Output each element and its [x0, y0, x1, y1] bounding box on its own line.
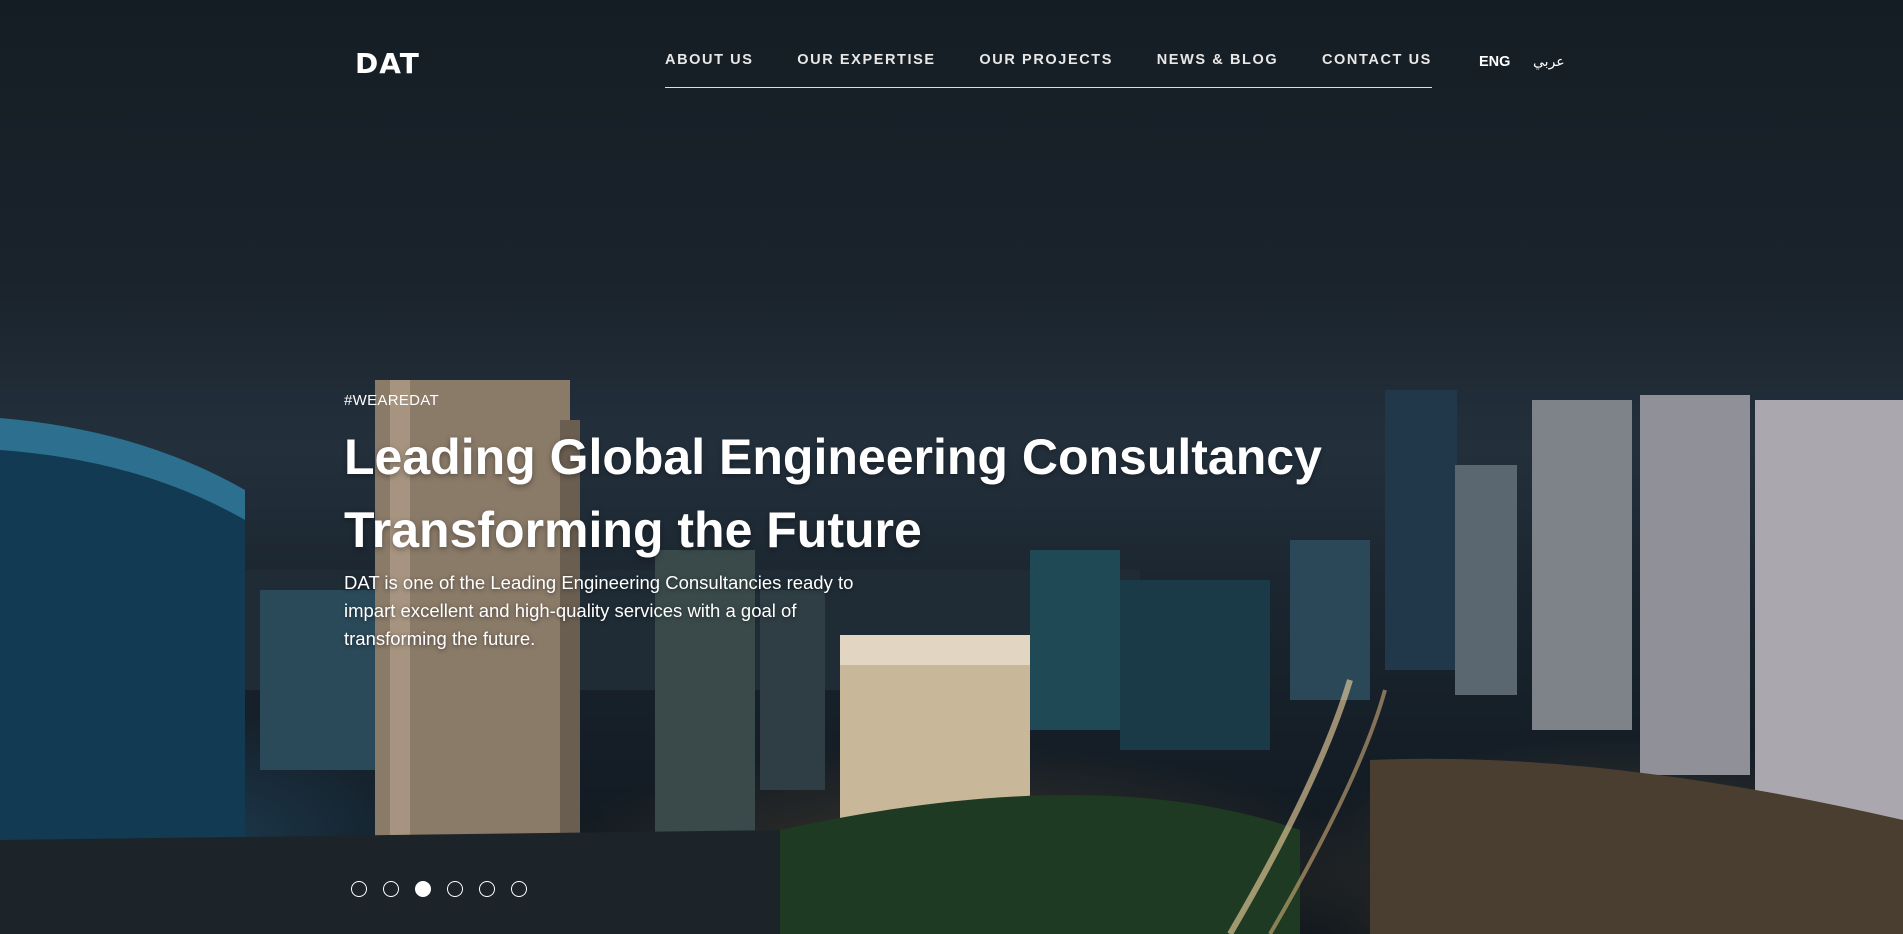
hero-headline-line1: Leading Global Engineering Consultancy	[344, 429, 1322, 485]
dat-logo[interactable]: DAT	[355, 46, 427, 80]
slider-dot[interactable]	[511, 881, 527, 897]
slider-dot[interactable]	[447, 881, 463, 897]
slider-dot[interactable]	[383, 881, 399, 897]
hero-banner: DAT ABOUT US OUR EXPERTISE OUR PROJECTS …	[0, 0, 1903, 934]
slider-dot[interactable]	[415, 881, 431, 897]
nav-about-us[interactable]: ABOUT US	[665, 52, 754, 68]
language-english[interactable]: ENG	[1479, 54, 1510, 70]
language-arabic[interactable]: عربي	[1533, 54, 1565, 70]
slider-dot[interactable]	[351, 881, 367, 897]
hero-headline-line2: Transforming the Future	[344, 502, 922, 558]
logo-text: DAT	[355, 46, 420, 80]
nav-our-projects[interactable]: OUR PROJECTS	[979, 52, 1113, 68]
hero-tag: #WEAREDAT	[344, 392, 439, 409]
nav-news-blog[interactable]: NEWS & BLOG	[1157, 52, 1279, 68]
nav-our-expertise[interactable]: OUR EXPERTISE	[797, 52, 935, 68]
slider-dot[interactable]	[479, 881, 495, 897]
slider-pagination	[351, 881, 527, 897]
hero-headline: Leading Global Engineering Consultancy T…	[344, 421, 1344, 567]
hero-description: DAT is one of the Leading Engineering Co…	[344, 572, 854, 649]
hero-text-block: #WEAREDAT Leading Global Engineering Con…	[344, 392, 1344, 653]
nav-contact-us[interactable]: CONTACT US	[1322, 52, 1432, 68]
main-nav: ABOUT US OUR EXPERTISE OUR PROJECTS NEWS…	[665, 52, 1432, 88]
